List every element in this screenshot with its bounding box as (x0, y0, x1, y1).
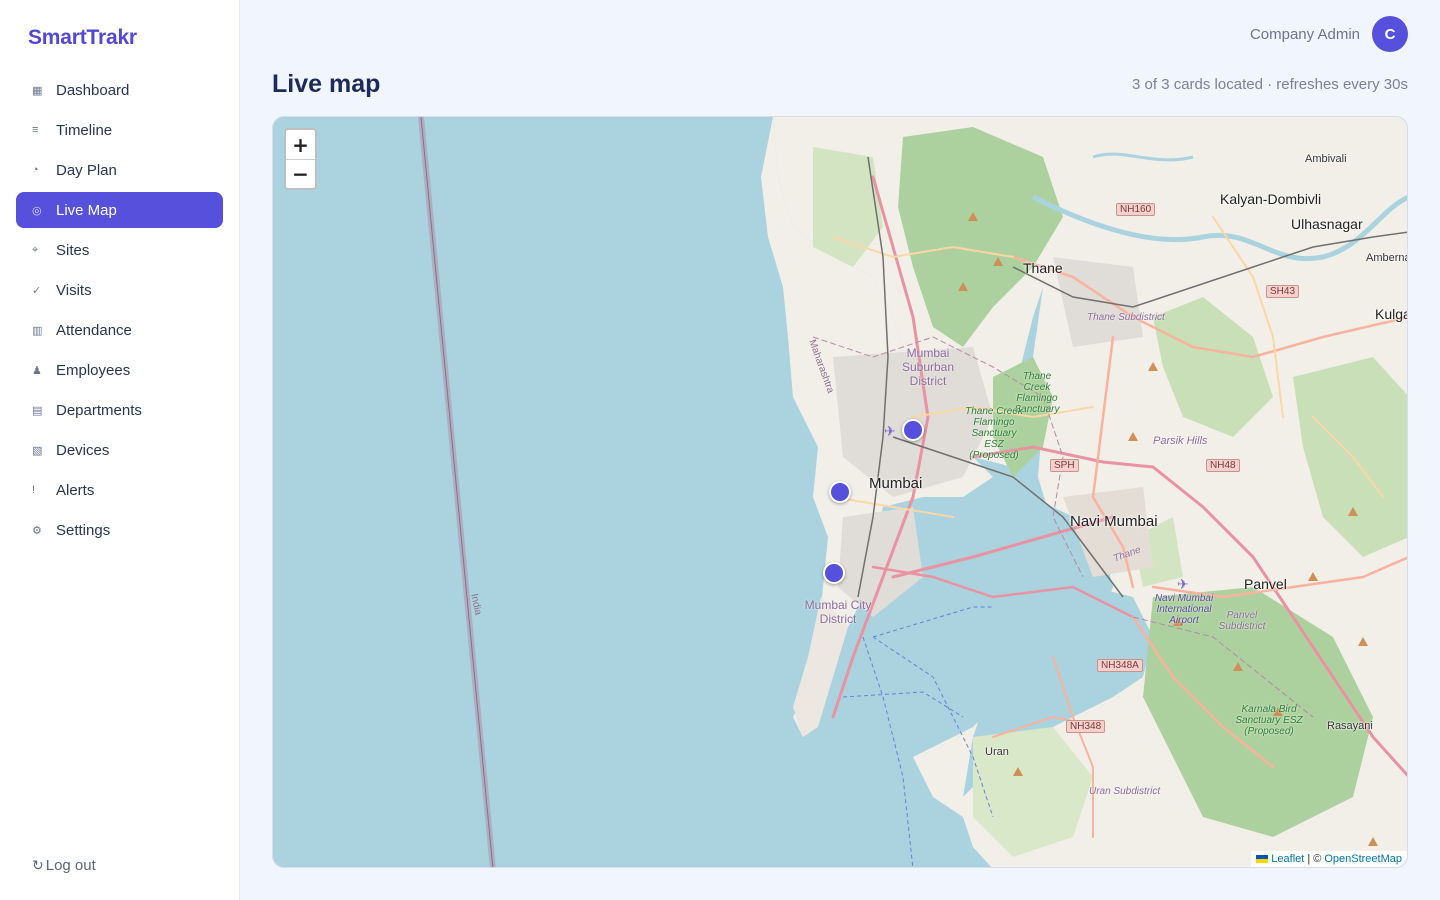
map-label-flamingo-esz: Thane Creek Flamingo Sanctuary ESZ (Prop… (965, 406, 1023, 461)
brand-logo[interactable]: SmartTrakr (28, 26, 137, 50)
sidebar-item-label: Settings (56, 521, 111, 539)
timeline-icon: ≡ (32, 124, 39, 136)
road-shield-nh348: NH348 (1066, 720, 1106, 733)
sidebar-item-label: Alerts (56, 481, 95, 499)
svg-text:✈: ✈ (1177, 577, 1189, 593)
employee-location-marker[interactable] (902, 419, 924, 441)
map-label-mumbai-suburban: Mumbai Suburban District (901, 346, 955, 388)
sites-icon: ⌖ (32, 243, 39, 256)
sidebar-item-employees[interactable]: ♟ Employees (16, 352, 223, 388)
sidebar-nav: ▦ Dashboard ≡ Timeline ◔ Day Plan ◎ Live Map ⌖ Si… (16, 72, 223, 552)
map-attribution: Leaflet | © OpenStreetMap (1251, 851, 1407, 867)
page-title: Live map (272, 70, 381, 98)
visits-icon: ✓ (32, 284, 42, 297)
sidebar-item-label: Employees (56, 361, 131, 379)
map-label-navi-mumbai: Navi Mumbai (1070, 513, 1158, 530)
map-label-airport: Navi Mumbai International Airport (1154, 593, 1214, 626)
map-label-ulhasnagar: Ulhasnagar (1291, 216, 1363, 232)
sidebar-item-label: Attendance (56, 321, 132, 339)
sidebar-item-timeline[interactable]: ≡ Timeline (16, 112, 223, 148)
employee-location-marker[interactable] (829, 481, 851, 503)
sidebar-item-label: Dashboard (56, 81, 130, 99)
sidebar-item-label: Day Plan (56, 161, 117, 179)
sidebar-item-visits[interactable]: ✓ Visits (16, 272, 223, 308)
road-shield-nh348a: NH348A (1097, 659, 1143, 672)
map-label-parsik: Parsik Hills (1153, 435, 1208, 447)
map-label-thane-subdistrict: Thane Subdistrict (1087, 312, 1165, 323)
logout-label: Log out (45, 857, 96, 874)
map-label-panvel: Panvel (1244, 576, 1287, 592)
user-menu[interactable]: Company Admin C (1250, 16, 1408, 52)
logout-icon: ↻ (32, 857, 44, 873)
map-label-mumbai: Mumbai (869, 475, 923, 492)
map-label-kulgaon: Kulga (1375, 306, 1408, 322)
day-plan-icon: ◔ (32, 164, 39, 176)
map-label-mumbai-city: Mumbai City District (804, 598, 872, 626)
ukraine-flag-icon (1256, 855, 1269, 864)
sidebar-item-label: Sites (56, 241, 90, 259)
map-label-kalyan: Kalyan-Dombivli (1220, 191, 1322, 207)
map-status-text: 3 of 3 cards located · refreshes every 3… (1132, 76, 1408, 93)
map-label-thane: Thane (1023, 260, 1063, 276)
map-label-ambivali: Ambivali (1305, 153, 1347, 165)
sidebar-item-label: Live Map (56, 201, 117, 219)
road-shield-nh160: NH160 (1116, 203, 1156, 216)
zoom-out-button[interactable]: − (286, 159, 315, 188)
openstreetmap-link[interactable]: OpenStreetMap (1324, 853, 1402, 865)
sidebar-item-dashboard[interactable]: ▦ Dashboard (16, 72, 223, 108)
map-label-uran: Uran (985, 746, 1009, 758)
settings-icon: ⚙ (32, 524, 42, 537)
employees-icon: ♟ (32, 364, 42, 377)
road-shield-nh48: NH48 (1206, 459, 1240, 472)
map-label-rasayani: Rasayani (1327, 720, 1373, 732)
sidebar-item-day-plan[interactable]: ◔ Day Plan (16, 152, 223, 188)
attendance-icon: ▥ (32, 324, 43, 337)
sidebar-item-label: Timeline (56, 121, 113, 139)
employee-location-marker[interactable] (823, 562, 845, 584)
attribution-separator: | © (1307, 853, 1322, 865)
logout-button[interactable]: ↻ Log out (32, 857, 96, 874)
map-label-ambernath: Ambernath (1366, 252, 1407, 264)
map-label-uran-subdistrict: Uran Subdistrict (1089, 786, 1161, 797)
sidebar-item-settings[interactable]: ⚙ Settings (16, 512, 223, 548)
departments-icon: ▤ (32, 404, 43, 417)
zoom-control: + − (284, 128, 317, 190)
sidebar-item-label: Departments (56, 401, 142, 419)
road-shield-sh43: SH43 (1266, 285, 1300, 298)
sidebar-item-sites[interactable]: ⌖ Sites (16, 232, 223, 268)
road-shield-sph: SPH (1050, 459, 1079, 472)
sidebar-item-label: Devices (56, 441, 110, 459)
leaflet-link[interactable]: Leaflet (1256, 853, 1304, 865)
devices-icon: ▧ (32, 444, 43, 457)
user-name: Company Admin (1249, 25, 1360, 43)
sidebar-item-label: Visits (56, 281, 92, 299)
map-label-karnala: Karnala Bird Sanctuary ESZ (Proposed) (1235, 704, 1303, 737)
sidebar-item-departments[interactable]: ▤ Departments (16, 392, 223, 428)
sidebar-item-live-map[interactable]: ◎ Live Map (16, 192, 223, 228)
live-map-icon: ◎ (32, 204, 42, 217)
alerts-icon: ! (32, 484, 36, 496)
zoom-in-button[interactable]: + (286, 130, 315, 159)
sidebar-item-alerts[interactable]: ! Alerts (16, 472, 223, 508)
sidebar-item-devices[interactable]: ▧ Devices (16, 432, 223, 468)
sidebar-item-attendance[interactable]: ▥ Attendance (16, 312, 223, 348)
live-map[interactable]: ✈ ✈ Thane Kalyan-Dombivli Ulhasnagar Amb… (272, 116, 1408, 868)
dashboard-icon: ▦ (32, 84, 43, 97)
sidebar: SmartTrakr ▦ Dashboard ≡ Timeline ◔ Day Plan ◎… (0, 0, 240, 900)
svg-text:✈: ✈ (884, 424, 896, 440)
avatar[interactable]: C (1372, 16, 1408, 52)
map-label-panvel-subdistrict: Panvel Subdistrict (1218, 610, 1266, 632)
